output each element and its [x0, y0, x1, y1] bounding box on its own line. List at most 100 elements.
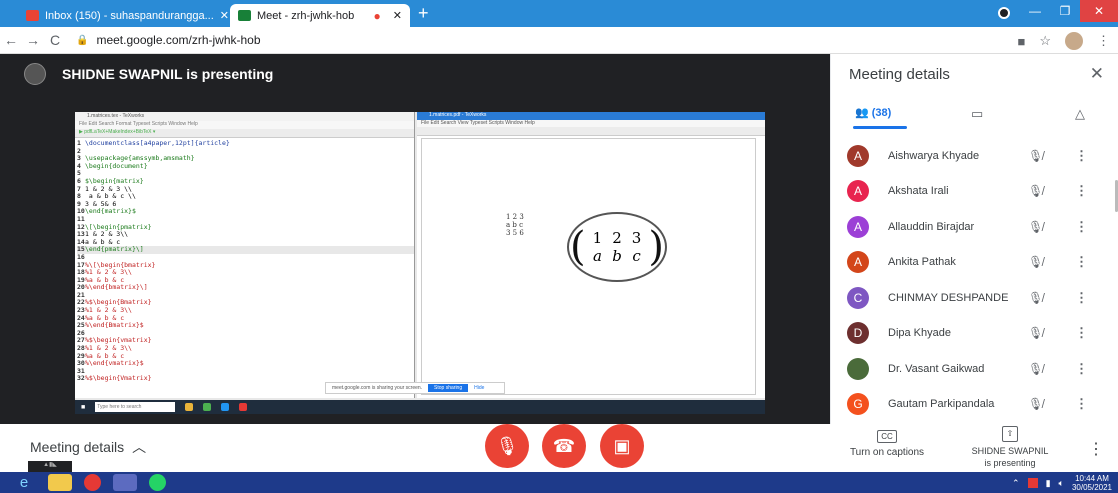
clock[interactable]: 10:44 AM 30/05/2021	[1072, 474, 1112, 492]
code-line: 15\end{pmatrix}\]	[77, 246, 414, 254]
more-options-icon[interactable]: ⋮	[1088, 439, 1104, 459]
tray-chevron-icon[interactable]: ⌃	[1012, 478, 1020, 489]
participant-more-icon[interactable]: ⋮	[1075, 396, 1088, 412]
camera-icon[interactable]: ■	[1017, 34, 1025, 49]
maximize-button[interactable]: ❐	[1050, 0, 1080, 22]
camera-toggle-button[interactable]: ▣	[600, 424, 644, 468]
editor-title: 1.matrices.tex - TeXworks	[75, 112, 414, 121]
participant-more-icon[interactable]: ⋮	[1075, 219, 1088, 235]
meeting-details-label: Meeting details	[30, 439, 125, 455]
address-bar: ← → C 🔒 meet.google.com/zrh-jwhk-hob ■ ☆…	[0, 27, 1118, 54]
participant-row[interactable]: C CHINMAY DESHPANDE 🎙︎̸ ⋮	[831, 280, 1118, 316]
chat-icon: ▭	[971, 106, 984, 121]
participant-row[interactable]: G Gautam Parkipandala 🎙︎̸ ⋮	[831, 387, 1118, 423]
participant-row[interactable]: A Ankita Pathak 🎙︎̸ ⋮	[831, 245, 1118, 281]
forward-icon[interactable]: →	[22, 32, 44, 48]
app-icon[interactable]	[113, 474, 137, 491]
participant-name: Dipa Khyade	[888, 327, 951, 340]
edge-icon[interactable]: e	[12, 474, 36, 491]
mic-toggle-button[interactable]: 🎙︎	[485, 424, 529, 468]
mic-off-icon: 🎙︎̸	[1028, 184, 1044, 199]
line-number: 32	[77, 374, 85, 383]
active-tab-indicator	[853, 126, 907, 129]
participant-more-icon[interactable]: ⋮	[1075, 325, 1088, 341]
mic-off-icon: 🎙︎	[495, 435, 519, 456]
close-tab-icon[interactable]: ✕	[220, 9, 228, 22]
clock-date: 30/05/2021	[1071, 483, 1112, 492]
small-matrix: 1 2 3 a b c 3 5 6	[506, 213, 524, 237]
code-line: 20%\end{bmatrix}\]	[77, 283, 414, 292]
stop-sharing-button[interactable]: Stop sharing	[428, 384, 469, 392]
presenting-label: SHIDNE SWAPNIL is presenting	[971, 446, 1049, 468]
tray-app-icon[interactable]	[1027, 478, 1038, 488]
taskbar-app-icon	[185, 403, 194, 411]
participant-name: CHINMAY DESHPANDE	[888, 291, 1009, 304]
chrome-icon[interactable]	[84, 474, 101, 491]
participant-row[interactable]: Dr. Vasant Gaikwad 🎙︎̸ ⋮	[831, 351, 1118, 387]
star-icon[interactable]: ☆	[1039, 33, 1051, 49]
code-text: %\end{Bmatrix}$	[85, 321, 144, 330]
participant-more-icon[interactable]: ⋮	[1075, 183, 1088, 199]
hide-banner-button[interactable]: Hide	[474, 385, 484, 391]
tab-gmail[interactable]: Inbox (150) - suhaspandurangga... ✕	[18, 4, 228, 27]
participant-avatar: A	[847, 251, 869, 274]
address-bar-actions: ■ ☆ ⋮	[1017, 32, 1110, 50]
captions-button[interactable]: CC Turn on captions	[842, 430, 932, 458]
code-text: \end{matrix}$	[85, 207, 136, 216]
participant-avatar	[847, 357, 869, 380]
tab-activities[interactable]: △	[1075, 106, 1085, 122]
participant-more-icon[interactable]: ⋮	[1075, 254, 1088, 270]
presenting-button[interactable]: ⇧ SHIDNE SWAPNIL is presenting	[960, 426, 1060, 469]
participant-avatar: D	[847, 322, 869, 345]
profile-avatar[interactable]	[1065, 32, 1083, 50]
viewer-title: 1.matrices.pdf - TeXworks	[417, 112, 765, 120]
participant-row[interactable]: A Akshata Irali 🎙︎̸ ⋮	[831, 174, 1118, 210]
tab-people[interactable]: 👥 (38)	[855, 106, 891, 119]
participant-name: Akshata Irali	[888, 185, 949, 198]
file-explorer-icon[interactable]	[48, 474, 72, 491]
participant-more-icon[interactable]: ⋮	[1075, 290, 1088, 306]
participant-row[interactable]: D Dipa Khyade 🎙︎̸ ⋮	[831, 316, 1118, 352]
volume-icon[interactable]: 🔈︎	[1059, 478, 1064, 489]
new-tab-button[interactable]: +	[418, 3, 429, 24]
code-text: \begin{document}	[85, 161, 148, 170]
menu-icon[interactable]: ⋮	[1097, 33, 1110, 49]
texworks-pdf-viewer: 1.matrices.pdf - TeXworks File Edit Sear…	[417, 112, 765, 398]
code-line: 4 \begin{document}	[77, 161, 414, 171]
reload-icon[interactable]: C	[44, 32, 66, 48]
present-icon: ⇧	[1001, 426, 1019, 442]
system-tray: ⌃ ▮ 🔈︎ 10:44 AM 30/05/2021	[1012, 474, 1112, 492]
participant-row[interactable]: A Aishwarya Khyade 🎙︎̸ ⋮	[831, 138, 1118, 174]
participant-more-icon[interactable]: ⋮	[1075, 361, 1088, 377]
self-view-tile[interactable]: ▲▮◣	[28, 461, 72, 472]
share-banner-text: meet.google.com is sharing your screen.	[332, 385, 423, 391]
network-icon[interactable]: ▮	[1046, 478, 1051, 489]
leave-call-button[interactable]: ☎	[542, 424, 586, 468]
back-icon[interactable]: ←	[0, 32, 22, 48]
close-window-button[interactable]: ✕	[1080, 0, 1118, 22]
tab-chat[interactable]: ▭	[971, 106, 983, 122]
participant-avatar: A	[847, 144, 869, 167]
left-paren: (	[570, 224, 586, 270]
right-paren: )	[648, 224, 664, 270]
mic-off-icon: 🎙︎̸	[1028, 255, 1044, 270]
matrix-row: 3 5 6	[506, 229, 524, 237]
tab-meet[interactable]: Meet - zrh-jwhk-hob ● ✕	[230, 4, 410, 27]
close-panel-icon[interactable]: ✕	[1090, 64, 1104, 84]
participant-row[interactable]: A Allauddin Birajdar 🎙︎̸ ⋮	[831, 209, 1118, 245]
tab-title: Meet - zrh-jwhk-hob	[257, 9, 355, 22]
code-line: 30%\end{vmatrix}$	[77, 359, 414, 368]
presenter-header: SHIDNE SWAPNIL is presenting	[24, 63, 273, 85]
close-tab-icon[interactable]: ✕	[393, 9, 402, 22]
code-line: 18%1 & 2 & 3\\	[77, 268, 414, 277]
participant-more-icon[interactable]: ⋮	[1075, 148, 1088, 164]
whatsapp-icon[interactable]	[149, 474, 166, 491]
participant-name: Aishwarya Khyade	[888, 149, 980, 162]
meeting-details-button[interactable]: Meeting details ︿	[30, 437, 146, 457]
minimize-button[interactable]: —	[1020, 0, 1050, 22]
code-line: 131 & 2 & 3\\	[77, 230, 414, 239]
matrix-cell: c	[632, 247, 641, 265]
url-field[interactable]: 🔒 meet.google.com/zrh-jwhk-hob	[76, 33, 261, 47]
profile-icon[interactable]	[998, 7, 1010, 19]
matrix-cell: 1	[592, 229, 603, 247]
